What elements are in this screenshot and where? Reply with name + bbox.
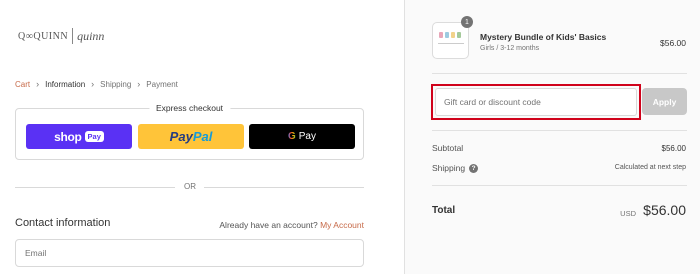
order-summary-panel: 1 Mystery Bundle of Kids' Basics Girls /… [404,0,700,274]
product-variant: Girls / 3-12 months [480,45,540,52]
checkout-main-panel: Q∞QUINN quinn Cart › Information › Shipp… [0,0,404,274]
express-checkout: Express checkout shop Pay Pay Pal G Pay [15,103,364,160]
shipping-value: Calculated at next step [614,164,686,171]
or-divider-text: OR [184,182,196,191]
product-price: $56.00 [660,38,686,48]
breadcrumb: Cart › Information › Shipping › Payment [15,79,178,89]
thumb-item [451,32,455,38]
apply-discount-button[interactable]: Apply [642,88,687,115]
google-g-icon: G [287,131,296,142]
account-prompt: Already have an account? My Account [219,220,364,230]
google-pay-button[interactable]: G Pay [249,124,355,149]
thumb-base-line [438,43,464,44]
discount-code-highlight: Gift card or discount code [431,84,641,120]
total-amount: $56.00 [643,202,686,218]
total-label: Total [432,205,456,216]
shipping-row: Shipping ? [432,163,479,173]
thumb-item [439,32,443,38]
divider-line-right [204,187,364,188]
subtotal-value: $56.00 [661,144,686,153]
logo-text-left: Q∞QUINN [18,30,69,42]
divider-line-left [15,187,175,188]
shop-pay-badge: Pay [84,131,104,142]
summary-divider [432,73,687,74]
shop-pay-wordmark: shop [54,129,82,144]
contact-information-heading: Contact information [15,217,111,229]
chevron-right-icon: › [137,79,141,89]
chevron-right-icon: › [91,79,95,89]
account-prompt-text: Already have an account? [219,220,318,230]
product-thumbnail [432,22,469,59]
google-pay-label: Pay [298,131,316,142]
my-account-link[interactable]: My Account [320,220,364,230]
breadcrumb-shipping: Shipping [100,79,132,89]
summary-divider [432,185,687,186]
paypal-wordmark-pal: Pal [192,129,213,144]
email-input[interactable]: Email [15,239,364,267]
breadcrumb-payment: Payment [146,79,178,89]
breadcrumb-cart[interactable]: Cart [15,80,30,89]
subtotal-label: Subtotal [432,143,464,153]
quantity-badge: 1 [461,16,473,28]
shop-pay-button[interactable]: shop Pay [26,124,132,149]
shipping-label: Shipping [432,163,466,173]
discount-code-placeholder: Gift card or discount code [444,97,541,107]
chevron-right-icon: › [36,79,40,89]
email-placeholder: Email [25,248,47,258]
summary-divider [432,130,687,131]
total-currency: USD [620,209,636,218]
paypal-wordmark-pay: Pay [169,129,193,144]
thumb-item [445,32,449,38]
breadcrumb-information: Information [45,79,86,89]
logo-separator [72,28,74,44]
express-checkout-title: Express checkout [148,103,231,113]
product-name: Mystery Bundle of Kids' Basics [480,32,607,42]
thumb-item [457,32,461,38]
paypal-button[interactable]: Pay Pal [138,124,244,149]
question-mark-icon[interactable]: ? [469,163,479,173]
discount-code-input[interactable]: Gift card or discount code [435,88,637,116]
logo-text-right: quinn [77,28,105,43]
store-logo[interactable]: Q∞QUINN quinn [18,28,104,44]
